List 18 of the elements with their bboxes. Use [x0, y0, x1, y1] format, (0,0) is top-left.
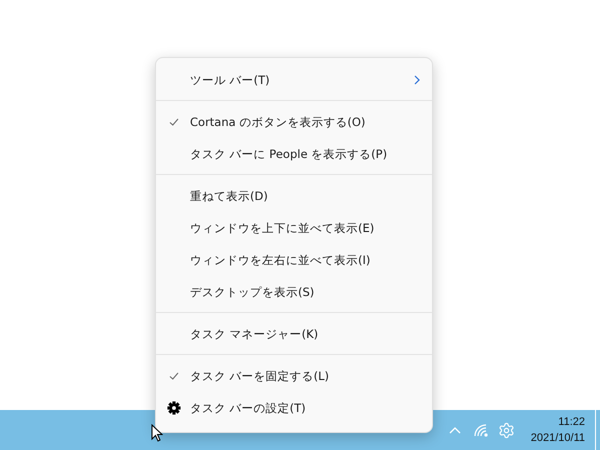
menu-item[interactable]: Cortana のボタンを表示する(O)	[156, 106, 432, 138]
wifi-icon[interactable]	[472, 423, 489, 437]
menu-item[interactable]: ウィンドウを左右に並べて表示(I)	[156, 244, 432, 276]
menu-item[interactable]: ウィンドウを上下に並べて表示(E)	[156, 212, 432, 244]
chevron-right-icon	[414, 75, 420, 85]
menu-item[interactable]: デスクトップを表示(S)	[156, 276, 432, 308]
clock[interactable]: 11:22 2021/10/11	[530, 416, 585, 444]
checkmark-icon	[169, 118, 179, 126]
menu-item[interactable]: 重ねて表示(D)	[156, 180, 432, 212]
chevron-up-icon[interactable]	[448, 426, 461, 434]
menu-item[interactable]: ツール バー(T)	[156, 64, 432, 96]
menu-item[interactable]: タスク バーを固定する(L)	[156, 360, 432, 392]
menu-item[interactable]: タスク マネージャー(K)	[156, 318, 432, 350]
menu-item[interactable]: タスク バーに People を表示する(P)	[156, 138, 432, 170]
gear-icon	[167, 401, 181, 415]
checkmark-icon	[169, 372, 179, 380]
menu-item[interactable]: タスク バーの設定(T)	[156, 392, 432, 424]
settings-icon[interactable]	[498, 422, 516, 438]
